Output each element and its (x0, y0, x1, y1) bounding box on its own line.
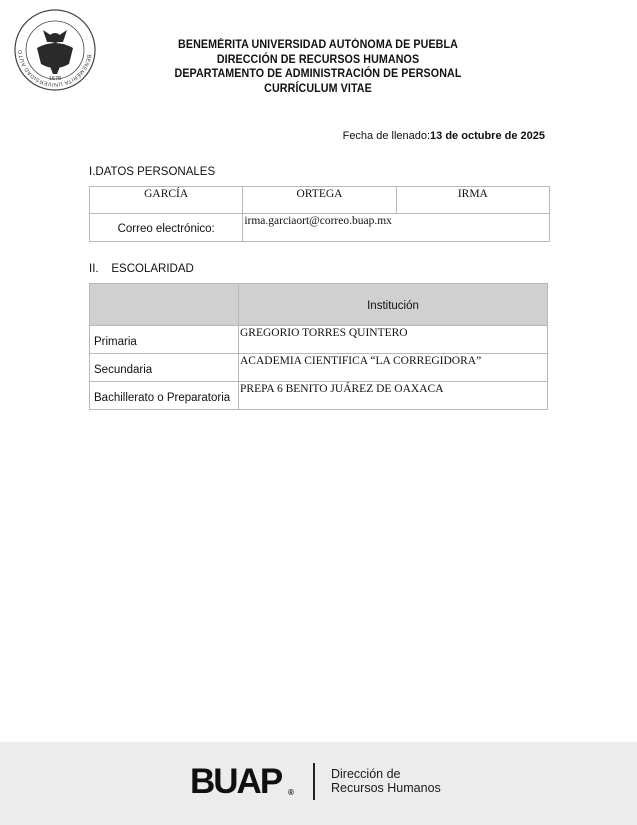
education-header-blank (89, 283, 239, 326)
fill-date: Fecha de llenado:13 de octubre de 2025 (343, 130, 545, 142)
header-department: DEPARTAMENTO DE ADMINISTRACIÓN DE PERSON… (174, 68, 462, 81)
education-header-institution: Institución (238, 283, 548, 326)
education-institution: ACADEMIA CIENTIFICA “LA CORREGIDORA” (238, 353, 548, 382)
education-level: Primaria (89, 325, 239, 354)
education-institution: GREGORIO TORRES QUINTERO (238, 325, 548, 354)
personal-data-table: GARCÍA ORTEGA IRMA Correo electrónico: i… (88, 186, 551, 242)
footer-dept-line1: Dirección de (331, 767, 401, 781)
section-title-personal: I.DATOS PERSONALES (89, 166, 216, 178)
section-title-education: II. ESCOLARIDAD (89, 263, 194, 275)
university-seal-logo: BENEMÉRITA UNIVERSIDAD AUTÓNOMA DE PUEBL… (13, 8, 96, 91)
education-level: Bachillerato o Preparatoria (89, 381, 239, 410)
page-footer (0, 742, 637, 825)
svg-text:1578: 1578 (49, 76, 61, 82)
fill-date-label: Fecha de llenado: (342, 130, 431, 142)
email-label: Correo electrónico: (88, 213, 244, 242)
education-level: Secundaria (89, 353, 239, 382)
surname-paternal: GARCÍA (88, 186, 244, 214)
footer-dept-line2: Recursos Humanos (331, 781, 441, 795)
table-row: Primaria GREGORIO TORRES QUINTERO (89, 325, 548, 354)
table-row: Bachillerato o Preparatoria PREPA 6 BENI… (89, 381, 548, 410)
education-institution: PREPA 6 BENITO JUÁREZ DE OAXACA (238, 381, 548, 410)
header-university: BENEMÉRITA UNIVERSIDAD AUTÓNOMA DE PUEBL… (178, 39, 458, 51)
surname-maternal: ORTEGA (242, 186, 397, 214)
fill-date-value: 13 de octubre de 2025 (430, 130, 545, 142)
education-table: Institución Primaria GREGORIO TORRES QUI… (89, 283, 548, 410)
email-value: irma.garciaort@correo.buap.mx (242, 213, 550, 242)
given-name: IRMA (395, 186, 551, 214)
header-direction: DIRECCIÓN DE RECURSOS HUMANOS (216, 53, 420, 66)
table-row: Secundaria ACADEMIA CIENTIFICA “LA CORRE… (89, 353, 548, 382)
buap-logo: BUAP (190, 762, 283, 801)
header-cv-title: CURRÍCULUM VITAE (264, 82, 372, 95)
registered-mark: ® (288, 788, 294, 797)
document-header: BENEMÉRITA UNIVERSIDAD AUTÓNOMA DE PUEBL… (134, 38, 502, 96)
footer-department: Dirección de Recursos Humanos (331, 767, 441, 795)
footer-divider (313, 763, 315, 800)
